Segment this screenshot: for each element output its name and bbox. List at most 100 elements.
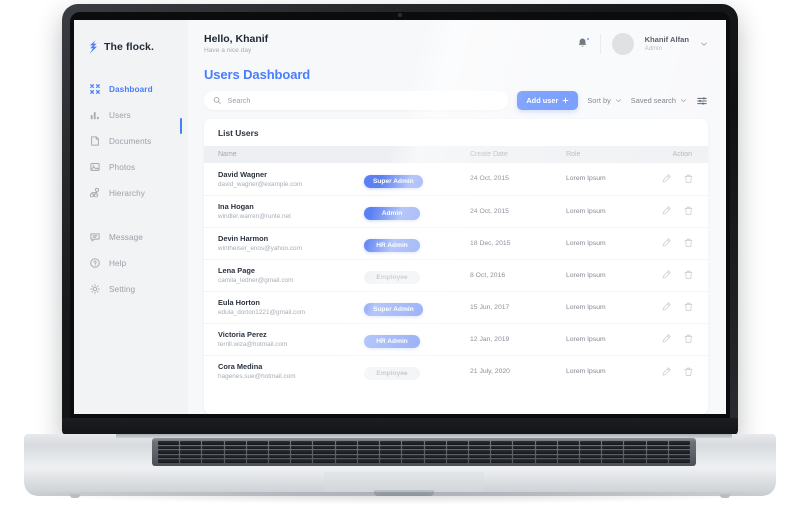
keyboard-key xyxy=(202,445,224,450)
pencil-edit-icon[interactable] xyxy=(661,237,672,248)
keyboard-key xyxy=(158,459,180,463)
trash-delete-icon[interactable] xyxy=(683,205,694,216)
keyboard-key xyxy=(602,454,624,459)
brand-logo[interactable]: The flock. xyxy=(74,34,188,54)
search-box[interactable] xyxy=(204,91,509,110)
cell-role: Lorem Ipsum xyxy=(566,207,606,215)
pencil-edit-icon[interactable] xyxy=(661,269,672,280)
cell-role: Lorem Ipsum xyxy=(566,335,606,343)
keyboard-key xyxy=(468,441,491,445)
trash-delete-icon[interactable] xyxy=(683,366,694,377)
trash-delete-icon[interactable] xyxy=(683,301,694,312)
add-user-button[interactable]: Add user xyxy=(517,91,579,110)
sidebar-item-users[interactable]: Users xyxy=(74,102,188,128)
keyboard-key xyxy=(513,459,535,463)
table-row[interactable]: Lena Page camila_ledner@gmail.com Employee… xyxy=(204,259,708,291)
keyboard-key xyxy=(335,454,357,459)
cell-badge: Employee xyxy=(364,355,470,387)
keyboard-key xyxy=(402,441,424,445)
keyboard-key xyxy=(269,459,291,463)
sort-by-dropdown[interactable]: Sort by xyxy=(587,96,621,105)
gear-icon xyxy=(88,283,101,296)
column-header-create-date[interactable]: Create Date xyxy=(470,146,566,163)
column-header-name[interactable]: Name xyxy=(204,146,364,163)
cell-action xyxy=(616,259,708,291)
sidebar-item-documents[interactable]: Documents xyxy=(74,128,188,154)
keyboard-key xyxy=(424,450,446,454)
keyboard-key xyxy=(158,445,180,450)
table-row[interactable]: Victoria Perez terrill.wiza@hotmail.com HR… xyxy=(204,323,708,355)
main-content: Hello, Khanif Have a nice day Khanif Alf… xyxy=(188,20,726,414)
table-row[interactable]: Eula Horton edula_dorton1221@gmail.com Sup… xyxy=(204,291,708,323)
trash-delete-icon[interactable] xyxy=(683,237,694,248)
bar-chart-icon xyxy=(88,109,101,122)
keyboard-key xyxy=(313,450,335,454)
table-head: Name Create Date Role Action xyxy=(204,146,708,163)
cell-user: Eula Horton edula_dorton1221@gmail.com xyxy=(204,291,364,323)
add-user-label: Add user xyxy=(526,96,559,105)
user-email: terrill.wiza@hotmail.com xyxy=(218,341,288,348)
keyboard-key xyxy=(202,454,224,459)
keyboard-key xyxy=(158,441,180,445)
table-row[interactable]: David Wagner david_wagner@example.com Supe… xyxy=(204,163,708,195)
cell-action xyxy=(616,227,708,259)
keyboard-key xyxy=(402,459,424,463)
trackpad xyxy=(324,472,484,492)
keyboard-key xyxy=(269,450,291,454)
column-header-action: Action xyxy=(616,146,708,163)
keyboard-key xyxy=(535,450,557,454)
trash-delete-icon[interactable] xyxy=(683,269,694,280)
keyboard-key xyxy=(246,454,269,459)
top-header: Hello, Khanif Have a nice day Khanif Alf… xyxy=(188,20,726,67)
table-row[interactable]: Ina Hogan windler.warren@runte.net Admin 24… xyxy=(204,195,708,227)
keyboard-key xyxy=(491,454,513,459)
keyboard-key xyxy=(579,450,602,454)
keyboard-key xyxy=(668,454,690,459)
keyboard-key xyxy=(402,445,424,450)
user-email: hagenes.sue@hotmail.com xyxy=(218,373,296,381)
sidebar-item-setting[interactable]: Setting xyxy=(74,276,188,302)
pencil-edit-icon[interactable] xyxy=(661,173,672,184)
avatar[interactable] xyxy=(611,32,634,55)
keyboard-key xyxy=(624,454,646,459)
user-name: Ina Hogan xyxy=(218,202,254,211)
document-icon xyxy=(88,135,101,148)
notification-bell-icon[interactable] xyxy=(576,36,590,51)
sidebar-item-hierarchy[interactable]: Hierarchy xyxy=(74,180,188,206)
trash-delete-icon[interactable] xyxy=(683,333,694,344)
pencil-edit-icon[interactable] xyxy=(661,205,672,216)
user-name: Victoria Perez xyxy=(218,330,267,339)
column-header-role[interactable]: Role xyxy=(566,146,616,163)
table-row[interactable]: Cora Medina hagenes.sue@hotmail.com Employ… xyxy=(204,355,708,387)
keyboard-key xyxy=(513,450,535,454)
keyboard-key xyxy=(424,445,446,450)
sidebar-item-photos[interactable]: Photos xyxy=(74,154,188,180)
sidebar-divider-space xyxy=(74,206,188,224)
sidebar-item-label: Hierarchy xyxy=(109,188,145,198)
filter-sliders-icon[interactable] xyxy=(696,95,708,107)
keyboard-key xyxy=(202,450,224,454)
trash-delete-icon[interactable] xyxy=(683,173,694,184)
keyboard-key xyxy=(335,445,357,450)
chevron-down-icon xyxy=(681,99,686,103)
saved-search-dropdown[interactable]: Saved search xyxy=(631,96,687,105)
pencil-edit-icon[interactable] xyxy=(661,333,672,344)
keyboard-key xyxy=(202,459,224,463)
keyboard-key xyxy=(646,459,668,463)
keyboard-key xyxy=(646,450,668,454)
keyboard-key xyxy=(313,454,335,459)
dashboard-grid-icon xyxy=(88,83,101,96)
keyboard-key xyxy=(402,450,424,454)
pencil-edit-icon[interactable] xyxy=(661,301,672,312)
sidebar-item-help[interactable]: Help xyxy=(74,250,188,276)
chevron-down-icon[interactable] xyxy=(700,40,708,48)
keyboard-key xyxy=(335,459,357,463)
pencil-edit-icon[interactable] xyxy=(661,366,672,377)
keyboard-key xyxy=(557,441,579,445)
sidebar-item-dashboard[interactable]: Dashboard xyxy=(74,76,188,102)
keyboard-key xyxy=(557,445,579,450)
search-input[interactable] xyxy=(227,96,500,105)
keyboard-key xyxy=(624,441,646,445)
sidebar-item-message[interactable]: Message xyxy=(74,224,188,250)
table-row[interactable]: Devin Harmon wintheiser_enos@yahoo.com HR … xyxy=(204,227,708,259)
